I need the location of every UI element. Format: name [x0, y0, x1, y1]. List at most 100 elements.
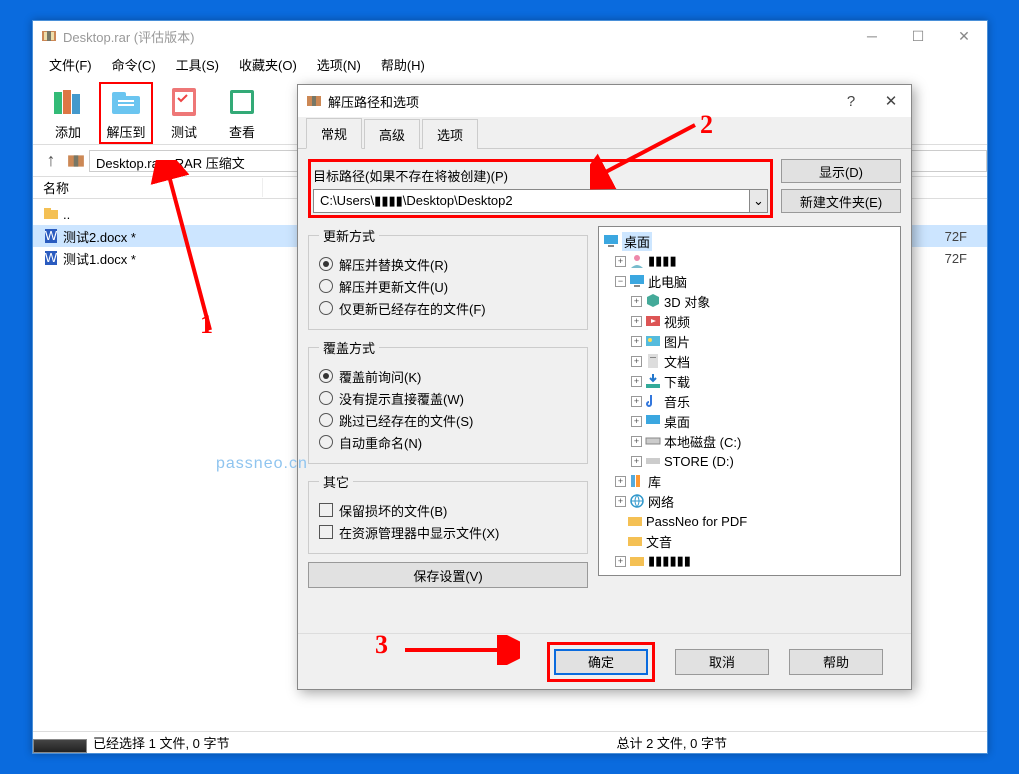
menu-tools[interactable]: 工具(S): [168, 53, 227, 76]
radio-extract-replace[interactable]: 解压并替换文件(R): [319, 253, 577, 275]
statusbar: 已经选择 1 文件, 0 字节 总计 2 文件, 0 字节: [33, 731, 987, 753]
drive-icon: [645, 433, 661, 449]
tree-disk-c[interactable]: +本地磁盘 (C:): [603, 431, 896, 451]
dialog-titlebar: 解压路径和选项 ? ✕: [298, 85, 911, 117]
path-input[interactable]: [313, 189, 750, 213]
radio-ask-overwrite[interactable]: 覆盖前询问(K): [319, 365, 577, 387]
svg-text:W: W: [45, 228, 58, 243]
radio-overwrite-no-prompt[interactable]: 没有提示直接覆盖(W): [319, 387, 577, 409]
cube-icon: [645, 293, 661, 309]
radio-auto-rename[interactable]: 自动重命名(N): [319, 431, 577, 453]
menu-file[interactable]: 文件(F): [41, 53, 100, 76]
documents-icon: [645, 353, 661, 369]
extract-dialog: 解压路径和选项 ? ✕ 常规 高级 选项 目标路径(如果不存在将被创建)(P) …: [297, 84, 912, 690]
menu-help[interactable]: 帮助(H): [373, 53, 433, 76]
download-icon: [645, 373, 661, 389]
new-folder-button[interactable]: 新建文件夹(E): [781, 189, 901, 213]
video-icon: [645, 313, 661, 329]
toolbar-view[interactable]: 查看: [215, 82, 269, 144]
tree-passneo[interactable]: PassNeo for PDF: [603, 511, 896, 531]
folder-icon: [43, 206, 59, 222]
watermark: passneo.cn: [216, 455, 308, 473]
computer-icon: [629, 273, 645, 289]
tab-options[interactable]: 选项: [422, 119, 478, 149]
titlebar: Desktop.rar (评估版本) ─ ☐ ✕: [33, 21, 987, 51]
book-view-icon: [224, 84, 260, 120]
close-button[interactable]: ✕: [941, 21, 987, 51]
dialog-icon: [306, 93, 322, 109]
col-name[interactable]: 名称: [33, 178, 263, 197]
radio-skip-existing[interactable]: 跳过已经存在的文件(S): [319, 409, 577, 431]
user-icon: [629, 253, 645, 269]
save-settings-button[interactable]: 保存设置(V): [308, 562, 588, 588]
tree-wenyin[interactable]: 文音: [603, 531, 896, 551]
tree-documents[interactable]: +文档: [603, 351, 896, 371]
ok-highlight: 确定: [547, 642, 655, 682]
dialog-close-button[interactable]: ✕: [871, 85, 911, 117]
tree-pictures[interactable]: +图片: [603, 331, 896, 351]
misc-group: 其它 保留损坏的文件(B) 在资源管理器中显示文件(X): [308, 472, 588, 554]
tree-network[interactable]: +网络: [603, 491, 896, 511]
check-show-in-explorer[interactable]: 在资源管理器中显示文件(X): [319, 521, 577, 543]
dialog-help-button[interactable]: ?: [831, 85, 871, 117]
update-mode-group: 更新方式 解压并替换文件(R) 解压并更新文件(U) 仅更新已经存在的文件(F): [308, 226, 588, 330]
path-highlight: 目标路径(如果不存在将被创建)(P) ⌄: [308, 159, 773, 218]
menu-favorites[interactable]: 收藏夹(O): [231, 53, 305, 76]
folder-icon: [627, 533, 643, 549]
tree-last[interactable]: +▮▮▮▮▮▮: [603, 551, 896, 571]
window-title: Desktop.rar (评估版本): [63, 27, 194, 46]
dialog-tabs: 常规 高级 选项: [298, 117, 911, 149]
folder-icon: [627, 513, 643, 529]
path-dropdown[interactable]: ⌄: [750, 189, 768, 213]
toolbar-test[interactable]: 测试: [157, 82, 211, 144]
help-button[interactable]: 帮助: [789, 649, 883, 675]
network-icon: [629, 493, 645, 509]
tree-disk-d[interactable]: +STORE (D:): [603, 451, 896, 471]
tree-3d-objects[interactable]: +3D 对象: [603, 291, 896, 311]
pictures-icon: [645, 333, 661, 349]
tree-desk2[interactable]: +桌面: [603, 411, 896, 431]
books-icon: [50, 84, 86, 120]
menubar: 文件(F) 命令(C) 工具(S) 收藏夹(O) 选项(N) 帮助(H): [33, 51, 987, 77]
svg-text:W: W: [45, 250, 58, 265]
desktop-icon: [603, 233, 619, 249]
dialog-footer: 确定 取消 帮助: [298, 633, 911, 689]
folder-tree[interactable]: 桌面 +▮▮▮▮ −此电脑 +3D 对象 +视频 +图片 +文档 +下载 +音乐…: [598, 226, 901, 576]
tab-general[interactable]: 常规: [306, 118, 362, 149]
tree-this-pc[interactable]: −此电脑: [603, 271, 896, 291]
annotation-3: 3: [375, 630, 388, 660]
tree-music[interactable]: +音乐: [603, 391, 896, 411]
toolbar-add[interactable]: 添加: [41, 82, 95, 144]
check-keep-broken[interactable]: 保留损坏的文件(B): [319, 499, 577, 521]
checklist-icon: [166, 84, 202, 120]
tree-downloads[interactable]: +下载: [603, 371, 896, 391]
annotation-1: 1: [200, 310, 213, 340]
tree-libraries[interactable]: +库: [603, 471, 896, 491]
ok-button[interactable]: 确定: [554, 649, 648, 675]
maximize-button[interactable]: ☐: [895, 21, 941, 51]
drive-icon: [645, 453, 661, 469]
radio-freshen[interactable]: 仅更新已经存在的文件(F): [319, 297, 577, 319]
menu-options[interactable]: 选项(N): [309, 53, 369, 76]
tree-videos[interactable]: +视频: [603, 311, 896, 331]
tab-advanced[interactable]: 高级: [364, 119, 420, 149]
menu-commands[interactable]: 命令(C): [104, 53, 164, 76]
archive-icon: [67, 152, 85, 170]
docx-icon: W: [43, 250, 59, 266]
minimize-button[interactable]: ─: [849, 21, 895, 51]
cancel-button[interactable]: 取消: [675, 649, 769, 675]
annotation-2: 2: [700, 110, 713, 140]
taskbar-peek: [33, 739, 87, 753]
library-icon: [629, 473, 645, 489]
folder-icon: [629, 553, 645, 569]
music-icon: [645, 393, 661, 409]
desktop-icon: [645, 413, 661, 429]
tree-user[interactable]: +▮▮▮▮: [603, 251, 896, 271]
path-label: 目标路径(如果不存在将被创建)(P): [313, 164, 768, 187]
tree-desktop[interactable]: 桌面: [603, 231, 896, 251]
display-button[interactable]: 显示(D): [781, 159, 901, 183]
up-button[interactable]: ↑: [39, 149, 63, 173]
radio-extract-update[interactable]: 解压并更新文件(U): [319, 275, 577, 297]
folder-open-icon: [108, 84, 144, 120]
toolbar-extract-to[interactable]: 解压到: [99, 82, 153, 144]
